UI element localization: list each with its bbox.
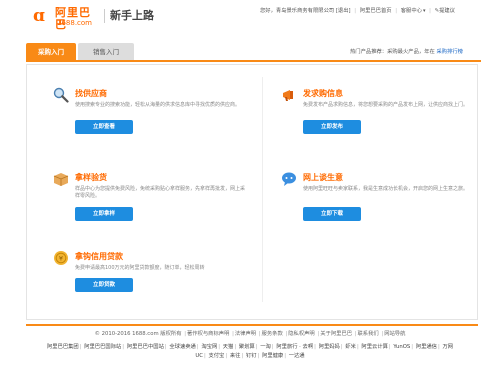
footer-link[interactable]: 一淘: [260, 344, 271, 350]
footer-link[interactable]: 聚划算: [239, 344, 255, 350]
logo-glyph: ɑ: [33, 6, 45, 26]
card-description: 免费发布产品求购信息，将您想要采购的产品发布上网，让供应商找上门。: [303, 102, 469, 108]
footer-link[interactable]: 万网: [442, 344, 453, 350]
footer-link[interactable]: 阿里巴巴国际站: [84, 344, 121, 350]
footer-link[interactable]: 来往: [230, 353, 241, 359]
footer-group-links: 阿里巴巴集团| 阿里巴巴国际站| 阿里巴巴中国站| 全球速卖通| 淘宝网| 天猫…: [46, 344, 454, 359]
footer-link[interactable]: 隐私权声明: [288, 331, 315, 337]
logo-url: 1688.com: [57, 19, 92, 27]
footer-link[interactable]: 阿里妈妈: [319, 344, 340, 350]
footer-link[interactable]: 著作权与商标声明: [187, 331, 229, 337]
copyright-text: © 2010-2016 1688.com 版权所有: [94, 331, 182, 337]
footer-link[interactable]: 阿里健康: [262, 353, 283, 359]
megaphone-icon: [281, 87, 297, 103]
footer-divider: [26, 324, 478, 326]
greeting-text: 您好，青岛景乐商务有限限公司: [260, 8, 335, 14]
header: ɑ 阿里巴巴 1688.com 新手上路 您好，青岛景乐商务有限限公司 [退出]…: [0, 0, 500, 31]
hot-products-notice: 热门产品推荐：采购最火产品，年在 采购排行榜: [350, 49, 463, 55]
tab-sales-intro[interactable]: 销售入门: [78, 43, 134, 61]
tab-underline: [26, 60, 481, 62]
card-title: 网上谈生意: [303, 173, 343, 182]
footer-link[interactable]: 虾米: [345, 344, 356, 350]
loan-now-button[interactable]: 立即贷款: [75, 278, 133, 292]
footer-link[interactable]: 阿里巴巴中国站: [127, 344, 164, 350]
post-now-button[interactable]: 立即发布: [303, 120, 361, 134]
card-sample-check: 拿样验货 样品中心为您提供免费风险，免统采购贴心拿样服务，先拿样再批发，网上采样…: [53, 167, 253, 227]
footer-link[interactable]: 服务条款: [262, 331, 283, 337]
content-panel: 找供应商 使用搜索专业的搜索功能，轻松从海量的供求信息库中寻找优质的供应商。 立…: [26, 64, 478, 320]
chevron-down-icon: ▾: [422, 8, 426, 14]
card-title: 拿钩信用贷款: [75, 252, 123, 261]
card-find-supplier: 找供应商 使用搜索专业的搜索功能，轻松从海量的供求信息库中寻找优质的供应商。 立…: [53, 83, 253, 143]
card-description: 样品中心为您提供免费风险，免统采购贴心拿样服务，先拿样再批发，网上采样零风险。: [75, 186, 246, 199]
chat-icon: [281, 171, 297, 187]
card-post-request: 发求购信息 免费发布产品求购信息，将您想要采购的产品发布上网，让供应商找上门。 …: [281, 83, 481, 143]
footer-link[interactable]: 一达通: [289, 353, 305, 359]
card-title: 找供应商: [75, 89, 107, 98]
footer-link[interactable]: 阿里云计算: [361, 344, 388, 350]
header-divider: [104, 9, 105, 23]
card-title: 发求购信息: [303, 89, 343, 98]
feedback-link[interactable]: ✎提建议: [435, 7, 455, 15]
search-icon: [53, 87, 69, 103]
download-now-button[interactable]: 立即下载: [303, 207, 361, 221]
logout-link[interactable]: [退出]: [336, 7, 351, 15]
footer-link[interactable]: 阿里通信: [416, 344, 437, 350]
card-title: 拿样验货: [75, 173, 107, 182]
footer-link[interactable]: 关于阿里巴巴: [320, 331, 352, 337]
footer-link[interactable]: 支付宝: [208, 353, 224, 359]
alibaba-home-link[interactable]: 阿里巴巴首页: [360, 7, 392, 15]
column-divider: [262, 77, 263, 302]
card-description: 使用搜索专业的搜索功能，轻松从海量的供求信息库中寻找优质的供应商。: [75, 102, 241, 108]
page-title: 新手上路: [110, 9, 154, 22]
footer-link[interactable]: 阿里旅行 · 去啊: [276, 344, 313, 350]
logo[interactable]: ɑ 阿里巴巴 1688.com: [33, 6, 101, 31]
card-description: 免费申请最高100万元的阿里贷款额度，随订单，轻松周转: [75, 265, 205, 271]
footer-link[interactable]: UC: [195, 353, 203, 359]
sample-now-button[interactable]: 立即拿样: [75, 207, 133, 221]
top-links: 您好，青岛景乐商务有限限公司 [退出] | 阿里巴巴首页 | 客服中心▾ | ✎…: [260, 7, 455, 15]
card-online-business: 网上谈生意 使用阿里旺旺与卖家联系，我是生意成功长机会，开启您的网上生意之旅。 …: [281, 167, 481, 227]
service-center-link[interactable]: 客服中心▾: [401, 7, 426, 15]
svg-text:¥: ¥: [59, 255, 63, 263]
footer-link[interactable]: 阿里巴巴集团: [47, 344, 79, 350]
ranking-link[interactable]: 采购排行榜: [436, 49, 463, 55]
tabs-bar: 采购入门 销售入门 热门产品推荐：采购最火产品，年在 采购排行榜: [22, 43, 481, 62]
footer-link[interactable]: YunOS: [393, 344, 410, 350]
footer-link[interactable]: 天猫: [223, 344, 234, 350]
card-description: 使用阿里旺旺与卖家联系，我是生意成功长机会，开启您的网上生意之旅。: [303, 186, 469, 192]
card-credit-loan: ¥ 拿钩信用贷款 免费申请最高100万元的阿里贷款额度，随订单，轻松周转 立即贷…: [53, 246, 253, 306]
box-icon: [53, 171, 69, 187]
footer-link[interactable]: 全球速卖通: [169, 344, 196, 350]
tab-purchase-intro[interactable]: 采购入门: [26, 43, 76, 61]
view-now-button[interactable]: 立即查看: [75, 120, 133, 134]
footer-link[interactable]: 联系我们: [358, 331, 379, 337]
footer-link[interactable]: 网站导航: [384, 331, 405, 337]
footer-legal: © 2010-2016 1688.com 版权所有 |著作权与商标声明 |法律声…: [94, 331, 406, 337]
coin-icon: ¥: [53, 250, 69, 266]
footer-link[interactable]: 法律声明: [235, 331, 256, 337]
footer-link[interactable]: 淘宝网: [201, 344, 217, 350]
footer-link[interactable]: 钉钉: [246, 353, 257, 359]
